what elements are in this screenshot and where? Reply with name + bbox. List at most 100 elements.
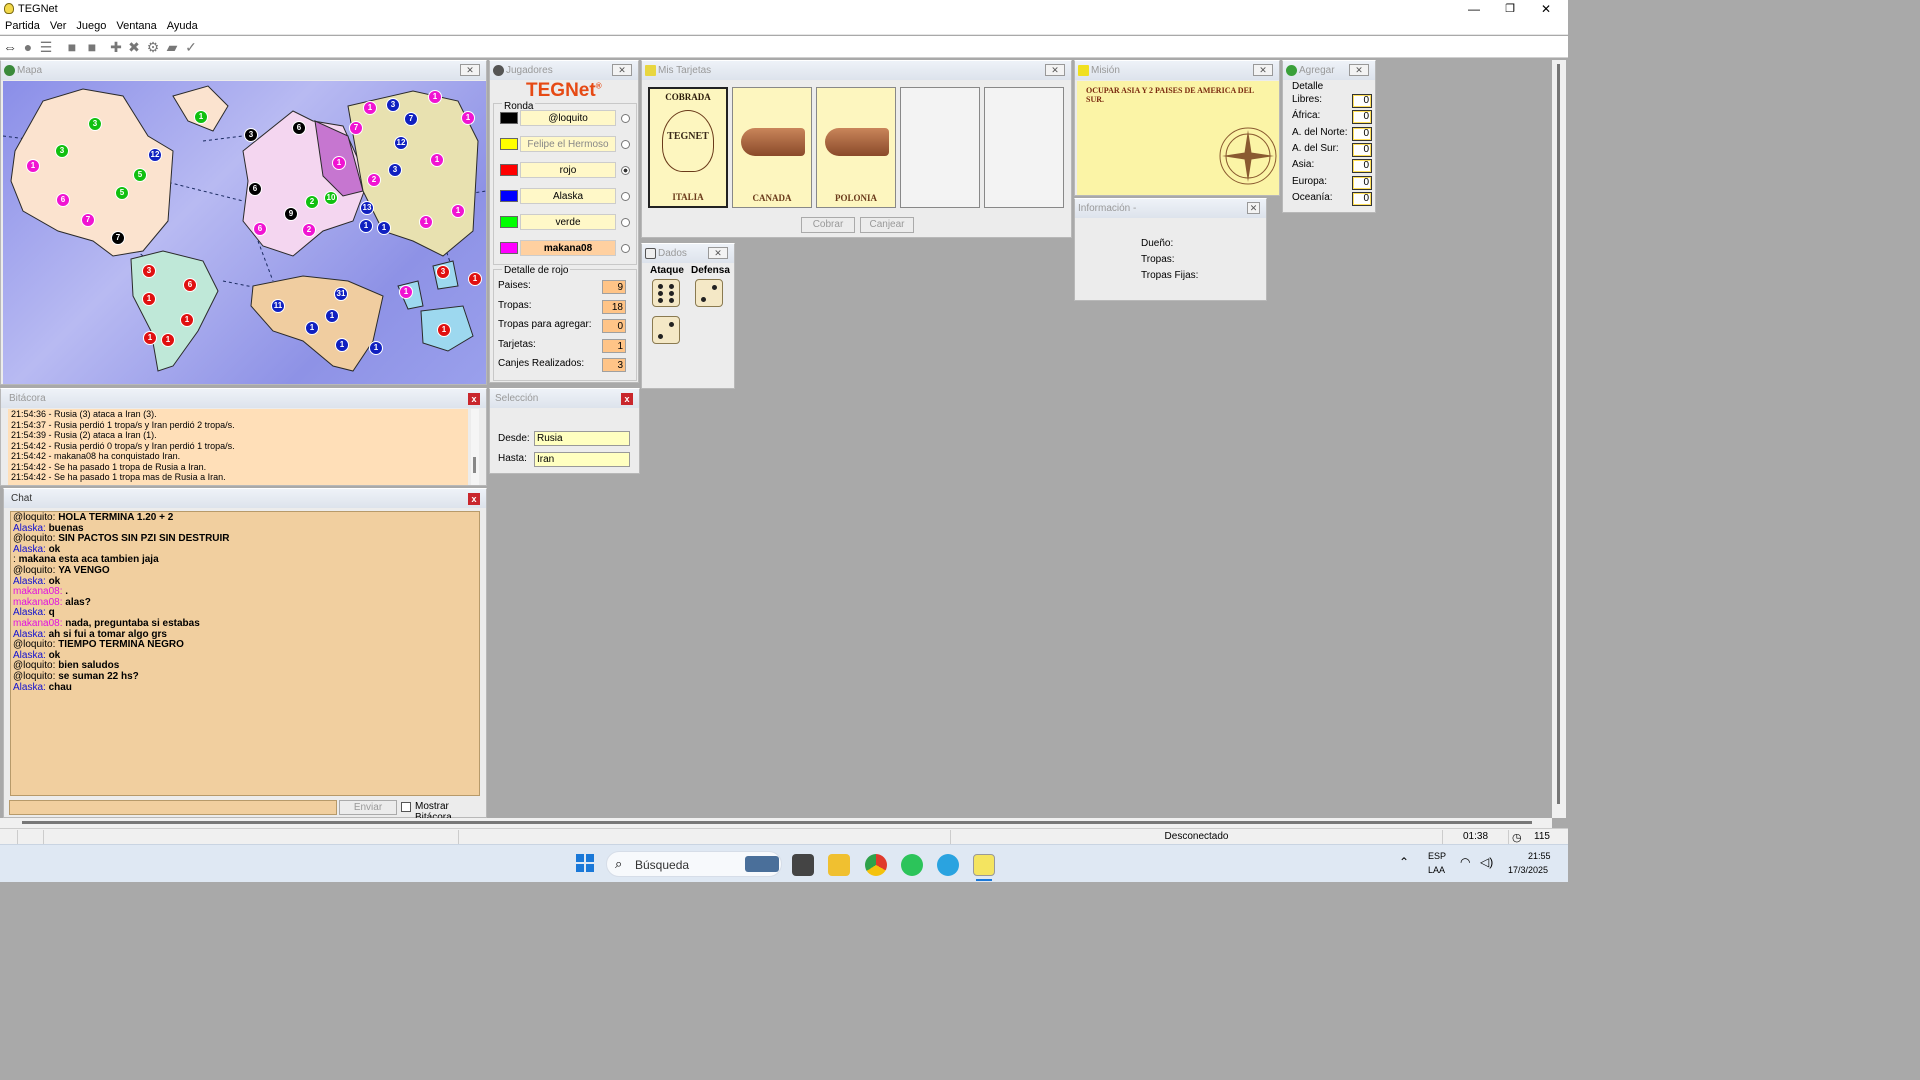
army-marker[interactable]: 3 bbox=[142, 264, 156, 278]
army-marker[interactable]: 1 bbox=[332, 156, 346, 170]
wifi-icon[interactable]: ◠ bbox=[1460, 855, 1470, 869]
army-marker[interactable]: 1 bbox=[428, 90, 442, 104]
territory-card[interactable] bbox=[984, 87, 1064, 208]
player-radio[interactable] bbox=[621, 244, 630, 253]
army-marker[interactable]: 2 bbox=[302, 223, 316, 237]
world-map[interactable]: 1 3 3 1 12 5 5 6 7 7 3 6 6 9 6 2 2 10 1 13 1 1 1 3 7 7 12 1 1 3 2 1 1 1 3 6… bbox=[3, 81, 486, 384]
end-turn-icon[interactable]: ✓ bbox=[183, 39, 199, 55]
card-icon[interactable]: ▰ bbox=[164, 39, 180, 55]
players-close-button[interactable]: ✕ bbox=[612, 64, 632, 76]
cobrar-button[interactable]: Cobrar bbox=[801, 217, 855, 233]
territory-card[interactable]: CANADA bbox=[732, 87, 812, 208]
mission-close-button[interactable]: ✕ bbox=[1253, 64, 1273, 76]
army-marker[interactable]: 1 bbox=[143, 331, 157, 345]
territory-card[interactable]: POLONIA bbox=[816, 87, 896, 208]
selection-close-button[interactable]: x bbox=[621, 393, 633, 405]
list-icon[interactable]: ☰ bbox=[38, 39, 54, 55]
army-marker[interactable]: 1 bbox=[161, 333, 175, 347]
taskbar-search-box[interactable]: ⌕ Búsqueda bbox=[606, 851, 782, 877]
army-marker[interactable]: 6 bbox=[248, 182, 262, 196]
army-marker[interactable]: 1 bbox=[26, 159, 40, 173]
map-close-button[interactable]: ✕ bbox=[460, 64, 480, 76]
player-radio[interactable] bbox=[621, 140, 630, 149]
army-marker[interactable]: 1 bbox=[437, 323, 451, 337]
army-marker[interactable]: 12 bbox=[394, 136, 408, 150]
army-marker[interactable]: 5 bbox=[115, 186, 129, 200]
volume-icon[interactable]: ◁) bbox=[1480, 855, 1493, 869]
army-marker[interactable]: 5 bbox=[133, 168, 147, 182]
lang-secondary[interactable]: LAA bbox=[1428, 865, 1445, 875]
log-scrollbar[interactable] bbox=[471, 409, 479, 485]
army-marker[interactable]: 31 bbox=[334, 287, 348, 301]
army-marker[interactable]: 1 bbox=[419, 215, 433, 229]
stop-icon[interactable]: ■ bbox=[84, 39, 100, 55]
army-marker[interactable]: 6 bbox=[292, 121, 306, 135]
army-marker[interactable]: 6 bbox=[253, 222, 267, 236]
regroup-icon[interactable]: ⚙ bbox=[145, 39, 161, 55]
army-marker[interactable]: 1 bbox=[359, 219, 373, 233]
horizontal-scrollbar[interactable] bbox=[0, 818, 1552, 828]
show-log-checkbox[interactable] bbox=[401, 802, 411, 812]
army-marker[interactable]: 1 bbox=[363, 101, 377, 115]
minimize-button[interactable]: — bbox=[1456, 1, 1492, 17]
army-marker[interactable]: 1 bbox=[305, 321, 319, 335]
army-marker[interactable]: 1 bbox=[180, 313, 194, 327]
maximize-button[interactable]: ❐ bbox=[1492, 1, 1528, 17]
army-marker[interactable]: 3 bbox=[55, 144, 69, 158]
taskbar-clock[interactable]: 21:55 bbox=[1528, 851, 1551, 861]
army-marker[interactable]: 3 bbox=[436, 265, 450, 279]
army-marker[interactable]: 9 bbox=[284, 207, 298, 221]
territory-card[interactable] bbox=[900, 87, 980, 208]
to-field[interactable]: Iran bbox=[534, 452, 630, 467]
territory-card[interactable]: COBRADA TEGNET ITALIA bbox=[648, 87, 728, 208]
army-marker[interactable]: 2 bbox=[367, 173, 381, 187]
cards-close-button[interactable]: ✕ bbox=[1045, 64, 1065, 76]
send-button[interactable]: Enviar bbox=[339, 800, 397, 815]
army-marker[interactable]: 1 bbox=[142, 292, 156, 306]
task-view-icon[interactable] bbox=[792, 854, 814, 876]
close-button[interactable]: ✕ bbox=[1528, 1, 1564, 17]
army-marker[interactable]: 13 bbox=[360, 201, 374, 215]
army-marker[interactable]: 1 bbox=[194, 110, 208, 124]
tray-chevron-icon[interactable]: ⌃ bbox=[1399, 855, 1409, 869]
tegnet-taskbar-icon[interactable] bbox=[973, 854, 995, 876]
army-marker[interactable]: 6 bbox=[56, 193, 70, 207]
chat-input[interactable] bbox=[9, 800, 337, 815]
taskbar-date[interactable]: 17/3/2025 bbox=[1508, 865, 1548, 875]
army-marker[interactable]: 1 bbox=[451, 204, 465, 218]
lang-primary[interactable]: ESP bbox=[1428, 851, 1446, 861]
whatsapp-icon[interactable] bbox=[901, 854, 923, 876]
army-marker[interactable]: 1 bbox=[369, 341, 383, 355]
army-marker[interactable]: 7 bbox=[349, 121, 363, 135]
add-close-button[interactable]: ✕ bbox=[1349, 64, 1369, 76]
menu-ayuda[interactable]: Ayuda bbox=[162, 18, 203, 34]
army-marker[interactable]: 1 bbox=[377, 221, 391, 235]
chat-close-button[interactable]: x bbox=[468, 493, 480, 505]
connect-icon[interactable]: ⇔ bbox=[2, 39, 18, 55]
army-marker[interactable]: 7 bbox=[404, 112, 418, 126]
army-marker[interactable]: 1 bbox=[461, 111, 475, 125]
chrome-icon[interactable] bbox=[865, 854, 887, 876]
army-marker[interactable]: 6 bbox=[183, 278, 197, 292]
army-marker[interactable]: 3 bbox=[88, 117, 102, 131]
file-explorer-icon[interactable] bbox=[828, 854, 850, 876]
army-marker[interactable]: 12 bbox=[148, 148, 162, 162]
canjear-button[interactable]: Canjear bbox=[860, 217, 914, 233]
army-marker[interactable]: 1 bbox=[430, 153, 444, 167]
disconnect-icon[interactable]: ● bbox=[20, 39, 36, 55]
player-radio[interactable] bbox=[621, 218, 630, 227]
start-icon[interactable]: ■ bbox=[64, 39, 80, 55]
army-marker[interactable]: 3 bbox=[386, 98, 400, 112]
army-marker[interactable]: 1 bbox=[335, 338, 349, 352]
menu-ver[interactable]: Ver bbox=[45, 18, 72, 34]
army-marker[interactable]: 2 bbox=[305, 195, 319, 209]
menu-partida[interactable]: Partida bbox=[0, 18, 45, 34]
info-close-button[interactable]: ✕ bbox=[1247, 202, 1260, 214]
add-troops-icon[interactable]: ✚ bbox=[108, 39, 124, 55]
attack-icon[interactable]: ✖ bbox=[126, 39, 142, 55]
log-close-button[interactable]: x bbox=[468, 393, 480, 405]
vertical-scrollbar[interactable] bbox=[1552, 60, 1566, 818]
army-marker[interactable]: 1 bbox=[399, 285, 413, 299]
windows-start-icon[interactable] bbox=[576, 854, 594, 872]
telegram-icon[interactable] bbox=[937, 854, 959, 876]
